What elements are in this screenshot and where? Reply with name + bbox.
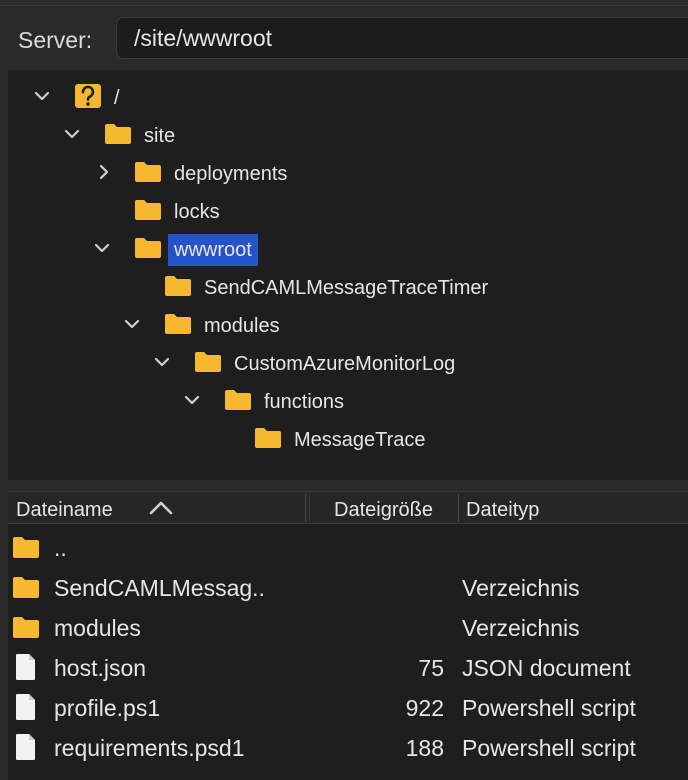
tree-node-modules[interactable]: modules (8, 306, 688, 342)
file-name: .. (54, 535, 67, 561)
tree-node-messagetrace[interactable]: MessageTrace (8, 420, 688, 456)
file-name: requirements.psd1 (54, 735, 245, 761)
folder-icon (13, 537, 39, 558)
column-separator[interactable] (458, 494, 459, 522)
file-name: host.json (54, 655, 147, 681)
file-name: profile.ps1 (54, 695, 161, 721)
tree-node-wwwroot[interactable]: wwwroot (8, 230, 688, 266)
file-type: JSON document (462, 655, 631, 681)
tree-node-deployments[interactable]: deployments (8, 154, 688, 190)
folder-icon (225, 390, 251, 410)
chevron-down-icon[interactable] (60, 122, 84, 146)
folder-icon (255, 428, 281, 448)
tree-node-label: modules (204, 315, 280, 337)
top-separator (0, 5, 688, 6)
left-edge (0, 70, 8, 780)
column-separator (309, 494, 310, 522)
folder-icon (195, 352, 221, 372)
column-header-type-label: Dateityp (466, 499, 540, 521)
tree-node-sendcamlmessagetracetimer[interactable]: SendCAMLMessageTraceTimer (8, 268, 688, 304)
tree-node-customazuremonitorlog[interactable]: CustomAzureMonitorLog (8, 344, 688, 380)
sort-ascending-icon (149, 501, 173, 515)
tree-node-label: SendCAMLMessageTraceTimer (204, 277, 489, 299)
tree-node-root[interactable]: / (8, 78, 688, 114)
file-icon (16, 694, 35, 720)
tree-node-label: CustomAzureMonitorLog (234, 353, 456, 375)
tree-node-label: locks (174, 201, 220, 223)
chevron-right-icon[interactable] (92, 160, 116, 184)
file-name: modules (54, 615, 141, 641)
list-item-host-json[interactable]: host.json 75 JSON document (8, 647, 688, 687)
tree-node-functions[interactable]: functions (8, 382, 688, 418)
file-type: Powershell script (462, 695, 636, 721)
file-icon (16, 734, 35, 760)
folder-icon (165, 314, 191, 334)
file-type: Verzeichnis (462, 575, 580, 601)
server-label: Server: (18, 27, 93, 53)
tree-node-label: site (144, 125, 176, 147)
list-item-modules[interactable]: modules Verzeichnis (8, 607, 688, 647)
column-separator[interactable] (305, 494, 306, 522)
column-header-name[interactable]: Dateiname (16, 492, 173, 523)
column-header-type[interactable]: Dateityp (466, 492, 539, 523)
column-header-name-label: Dateiname (16, 499, 113, 521)
file-size: 188 (405, 735, 444, 761)
remote-directory-tree[interactable]: / site deployments locks wwwroot SendCAM… (8, 70, 688, 480)
server-path-input[interactable] (116, 17, 688, 59)
folder-icon (135, 200, 161, 220)
chevron-down-icon[interactable] (150, 350, 174, 374)
folder-icon (165, 276, 191, 296)
tree-node-label: deployments (174, 163, 288, 185)
column-header-size[interactable]: Dateigröße (334, 492, 433, 523)
folder-icon (105, 124, 131, 144)
file-list-header: Dateiname Dateigröße Dateityp (8, 492, 688, 524)
file-type: Verzeichnis (462, 615, 580, 641)
list-item-profile-ps1[interactable]: profile.ps1 922 Powershell script (8, 687, 688, 727)
folder-icon (13, 577, 39, 598)
tree-node-label-selected: wwwroot (168, 234, 258, 266)
list-item-parent-dir[interactable]: .. (8, 527, 688, 567)
chevron-down-icon[interactable] (90, 236, 114, 260)
chevron-down-icon[interactable] (180, 388, 204, 412)
tree-node-label: / (114, 87, 120, 109)
file-size: 75 (418, 655, 444, 681)
top-bar: Server: (0, 0, 688, 70)
tree-node-site[interactable]: site (8, 116, 688, 152)
chevron-down-icon[interactable] (30, 84, 54, 108)
folder-icon (13, 617, 39, 638)
file-size: 922 (405, 695, 444, 721)
file-icon (16, 654, 35, 680)
list-item-sendcamlmessag[interactable]: SendCAMLMessag.. Verzeichnis (8, 567, 688, 607)
tree-node-locks[interactable]: locks (8, 192, 688, 228)
pane-splitter[interactable] (8, 480, 688, 492)
unknown-folder-icon (75, 84, 101, 108)
folder-icon (135, 238, 161, 258)
folder-icon (135, 162, 161, 182)
list-item-requirements-psd1[interactable]: requirements.psd1 188 Powershell script (8, 727, 688, 767)
file-name: SendCAMLMessag.. (54, 575, 265, 601)
column-header-size-label: Dateigröße (334, 499, 433, 521)
chevron-down-icon[interactable] (120, 312, 144, 336)
file-type: Powershell script (462, 735, 636, 761)
tree-node-label: functions (264, 391, 345, 413)
tree-node-label: MessageTrace (294, 429, 426, 451)
